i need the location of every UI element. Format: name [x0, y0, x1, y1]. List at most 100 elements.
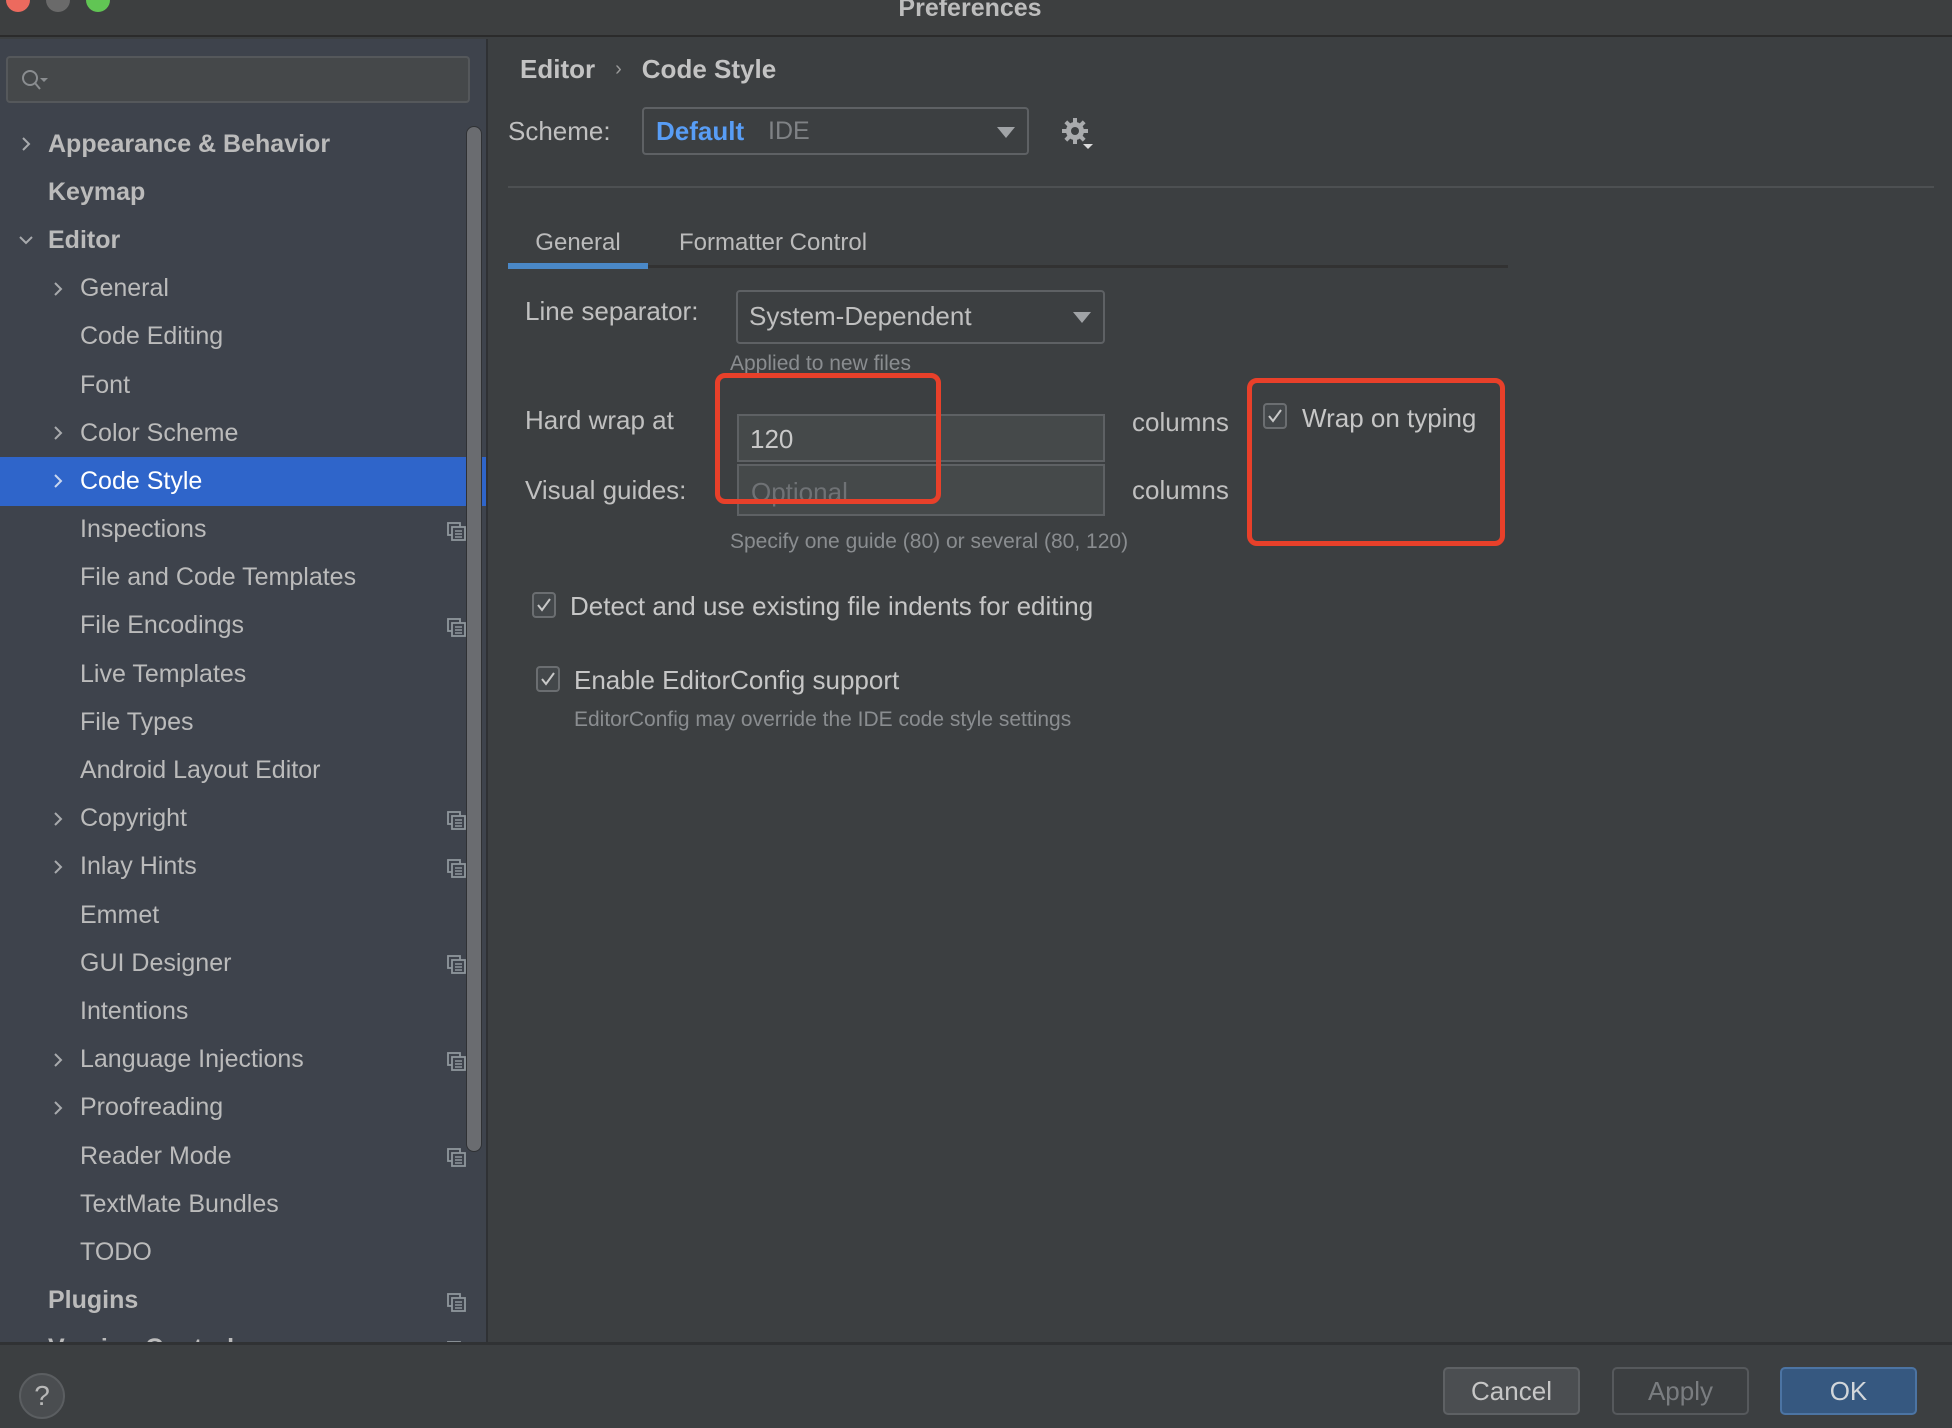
settings-sidebar: Appearance & Behavior Keymap Editor General…: [0, 39, 486, 1342]
breadcrumb: Editor › Code Style: [520, 54, 776, 85]
sidebar-item-label: File Types: [80, 707, 194, 736]
search-icon: [22, 70, 48, 90]
sidebar-item-appearance-behavior[interactable]: Appearance & Behavior: [0, 120, 486, 168]
sidebar-item-label: Font: [80, 370, 131, 399]
sidebar-item-code-style[interactable]: Code Style: [0, 457, 486, 506]
sidebar-item-label: TODO: [80, 1237, 152, 1266]
editorconfig-hint: EditorConfig may override the IDE code s…: [574, 708, 1072, 731]
chevron-right-icon[interactable]: [49, 1051, 67, 1069]
visual-guides-label: Visual guides:: [525, 475, 687, 505]
sidebar-item-label: Appearance & Behavior: [48, 129, 331, 158]
project-level-icon: [447, 857, 467, 878]
sidebar-item-font[interactable]: Font: [0, 361, 486, 409]
header-separator: [508, 186, 1934, 188]
visual-guides-hint: Specify one guide (80) or several (80, 1…: [730, 530, 1129, 553]
highlight-wrap-on-typing: [1247, 378, 1505, 546]
sidebar-item-todo[interactable]: TODO: [0, 1228, 486, 1276]
sidebar-item-copyright[interactable]: Copyright: [0, 795, 486, 843]
sidebar-item-label: Color Scheme: [80, 418, 239, 447]
editorconfig-label[interactable]: Enable EditorConfig support: [574, 665, 899, 696]
sidebar-item-inspections[interactable]: Inspections: [0, 506, 486, 554]
tab-general[interactable]: General: [508, 217, 648, 269]
highlight-hard-wrap: [715, 373, 941, 504]
help-button[interactable]: ?: [19, 1373, 65, 1419]
sidebar-item-android-layout-editor[interactable]: Android Layout Editor: [0, 746, 486, 794]
chevron-right-icon[interactable]: [49, 810, 67, 828]
window-title: Preferences: [898, 0, 1042, 22]
hard-wrap-label: Hard wrap at: [525, 405, 674, 435]
chevron-right-icon[interactable]: [49, 424, 67, 442]
sidebar-scrollbar[interactable]: [466, 126, 482, 1152]
sidebar-item-label: Live Templates: [80, 659, 247, 688]
hard-wrap-unit: columns: [1132, 407, 1229, 437]
sidebar-item-label: Intentions: [80, 996, 189, 1025]
project-level-icon: [447, 1050, 467, 1071]
sidebar-item-file-types[interactable]: File Types: [0, 698, 486, 746]
sidebar-item-label: Plugins: [48, 1286, 139, 1315]
sidebar-item-general[interactable]: General: [0, 265, 486, 313]
line-separator-dropdown[interactable]: System-Dependent: [736, 290, 1105, 344]
chevron-down-icon: [997, 127, 1015, 138]
chevron-down-icon[interactable]: [17, 231, 35, 249]
project-level-icon: [447, 616, 467, 637]
sidebar-item-proofreading[interactable]: Proofreading: [0, 1084, 486, 1132]
title-bar: Preferences: [0, 0, 1952, 37]
sidebar-item-label: GUI Designer: [80, 948, 232, 977]
sidebar-item-version-control[interactable]: Version Control: [0, 1325, 486, 1342]
visual-guides-unit: columns: [1132, 475, 1229, 505]
gear-icon[interactable]: [1061, 117, 1095, 151]
sidebar-item-color-scheme[interactable]: Color Scheme: [0, 409, 486, 457]
sidebar-item-label: File Encodings: [80, 611, 244, 640]
sidebar-item-reader-mode[interactable]: Reader Mode: [0, 1132, 486, 1180]
sidebar-item-file-encodings[interactable]: File Encodings: [0, 602, 486, 650]
scheme-name: Default: [656, 116, 745, 146]
sidebar-item-intentions[interactable]: Intentions: [0, 987, 486, 1035]
ok-button[interactable]: OK: [1780, 1367, 1917, 1415]
project-level-icon: [447, 520, 467, 541]
breadcrumb-code-style: Code Style: [641, 54, 777, 84]
sidebar-item-editor[interactable]: Editor: [0, 216, 486, 264]
sidebar-item-keymap[interactable]: Keymap: [0, 168, 486, 216]
line-separator-value: System-Dependent: [749, 301, 972, 331]
cancel-button[interactable]: Cancel: [1443, 1367, 1580, 1415]
sidebar-item-gui-designer[interactable]: GUI Designer: [0, 939, 486, 987]
sidebar-item-language-injections[interactable]: Language Injections: [0, 1036, 486, 1084]
sidebar-item-label: TextMate Bundles: [80, 1189, 279, 1218]
sidebar-item-label: Code Style: [80, 466, 203, 495]
scheme-dropdown[interactable]: Default IDE: [642, 107, 1029, 155]
sidebar-item-inlay-hints[interactable]: Inlay Hints: [0, 843, 486, 891]
editorconfig-checkbox[interactable]: [536, 666, 560, 692]
dialog-footer: ? Cancel Apply OK: [0, 1342, 1952, 1428]
chevron-right-icon[interactable]: [49, 280, 67, 298]
chevron-right-icon[interactable]: [49, 1099, 67, 1117]
sidebar-item-label: File and Code Templates: [80, 563, 357, 592]
checkmark-icon: [541, 672, 555, 686]
settings-tree: Appearance & Behavior Keymap Editor General…: [0, 120, 486, 1342]
settings-search-input[interactable]: [6, 56, 470, 103]
detect-indents-label[interactable]: Detect and use existing file indents for…: [570, 591, 1093, 622]
chevron-right-icon[interactable]: [49, 858, 67, 876]
sidebar-item-label: Android Layout Editor: [80, 756, 321, 785]
chevron-down-icon: [1073, 312, 1091, 323]
chevron-right-icon[interactable]: [17, 135, 35, 153]
sidebar-item-label: Reader Mode: [80, 1141, 232, 1170]
line-separator-label: Line separator:: [525, 296, 699, 326]
sidebar-item-code-editing[interactable]: Code Editing: [0, 313, 486, 361]
sidebar-item-emmet[interactable]: Emmet: [0, 891, 486, 939]
breadcrumb-editor[interactable]: Editor: [520, 54, 595, 85]
sidebar-item-label: Inlay Hints: [80, 852, 197, 881]
detect-indents-checkbox[interactable]: [532, 592, 556, 618]
project-level-icon: [447, 953, 467, 975]
sidebar-item-label: Code Editing: [80, 322, 224, 351]
tab-bar: General Formatter Control: [508, 217, 1508, 269]
sidebar-item-label: Editor: [48, 225, 121, 254]
sidebar-item-textmate-bundles[interactable]: TextMate Bundles: [0, 1180, 486, 1228]
tab-formatter-control[interactable]: Formatter Control: [648, 217, 898, 269]
sidebar-item-plugins[interactable]: Plugins: [0, 1277, 486, 1325]
breadcrumb-separator: ›: [615, 58, 622, 80]
chevron-right-icon[interactable]: [49, 472, 67, 490]
sidebar-item-label: Version Control: [48, 1334, 234, 1342]
apply-button[interactable]: Apply: [1612, 1367, 1749, 1415]
sidebar-item-file-and-code-templates[interactable]: File and Code Templates: [0, 554, 486, 602]
sidebar-item-live-templates[interactable]: Live Templates: [0, 650, 486, 698]
